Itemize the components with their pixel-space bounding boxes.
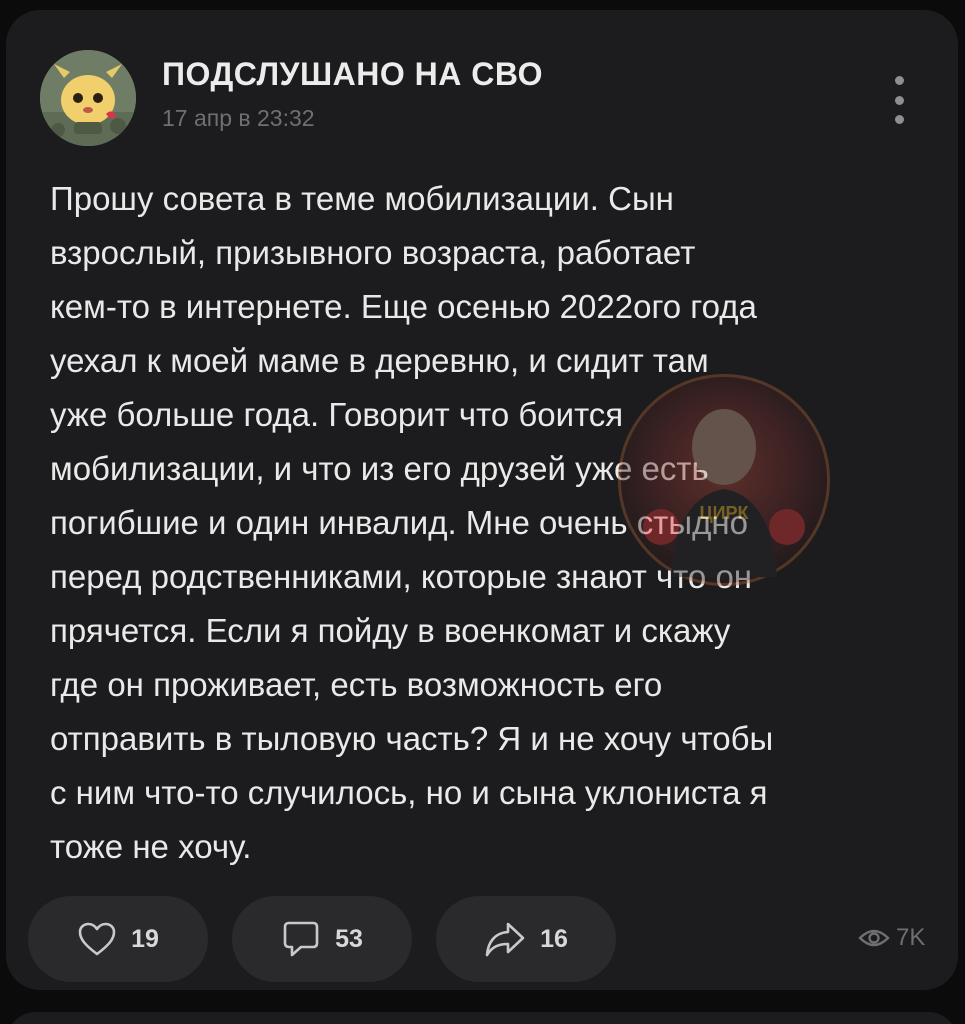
next-post-card (6, 1012, 958, 1024)
post-body-text: Прошу совета в теме мобилизации. Сын взр… (50, 180, 774, 865)
more-vertical-icon-dot (894, 115, 904, 124)
post-timestamp: 17 апр в 23:32 (162, 105, 315, 131)
post-actions: 19 53 16 (28, 896, 616, 982)
post-card: ПОДСЛУШАНО НА СВО 17 апр в 23:32 Прошу с… (6, 10, 958, 990)
share-button[interactable]: 16 (436, 896, 616, 982)
more-vertical-icon-dot (894, 95, 904, 105)
group-name[interactable]: ПОДСЛУШАНО НА СВО (162, 56, 543, 93)
eye-icon (858, 929, 890, 947)
like-button[interactable]: 19 (28, 896, 208, 982)
comment-count: 53 (335, 924, 363, 953)
more-options-button[interactable] (876, 72, 922, 128)
comment-icon (283, 921, 319, 957)
share-count: 16 (540, 924, 568, 953)
more-vertical-icon (894, 76, 904, 85)
like-count: 19 (131, 924, 159, 953)
views-counter: 7K (858, 924, 925, 952)
group-avatar[interactable] (40, 50, 136, 146)
share-arrow-icon (485, 922, 525, 957)
views-count: 7K (896, 924, 926, 951)
heart-icon (78, 922, 116, 956)
comment-button[interactable]: 53 (232, 896, 412, 982)
avatar-illustration (40, 50, 136, 146)
